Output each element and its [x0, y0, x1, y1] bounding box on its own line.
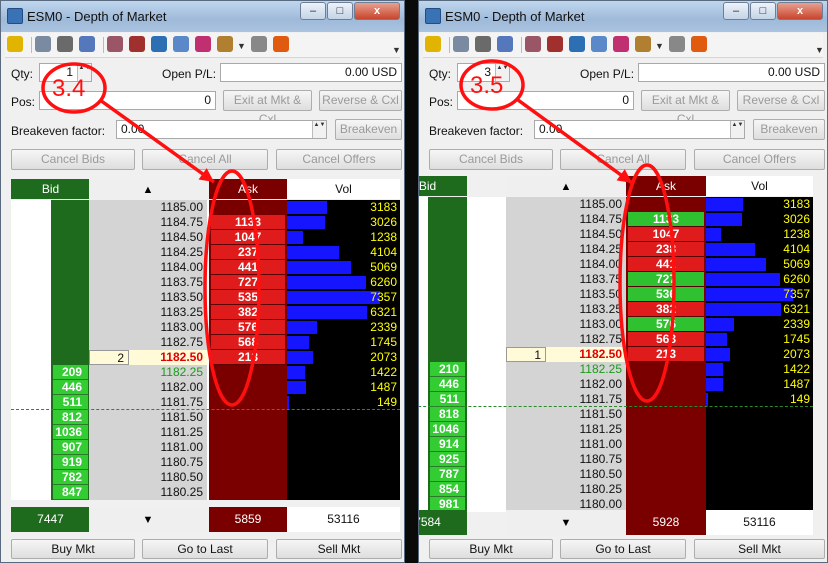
- highlight-ellipse: [203, 169, 261, 407]
- highlight-ellipse: [618, 163, 676, 403]
- annotation-label: 3.4: [52, 75, 85, 102]
- arrowhead-icon: [198, 168, 214, 182]
- arrowhead-icon: [616, 169, 632, 183]
- annotation-overlay: 3.4 3.5: [41, 59, 676, 407]
- annotation-label: 3.5: [470, 72, 503, 99]
- annotation-arrow: [98, 98, 216, 184]
- annotation-arrow: [516, 98, 634, 185]
